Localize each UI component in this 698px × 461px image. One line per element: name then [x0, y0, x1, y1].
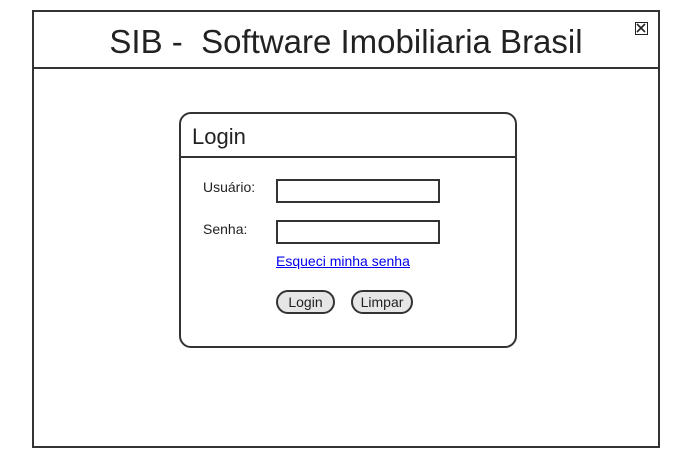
- title-bar: SIB - Software Imobiliaria Brasil: [34, 12, 658, 69]
- login-panel-title: Login: [192, 124, 246, 149]
- login-button[interactable]: Login: [276, 290, 335, 314]
- forgot-password-link[interactable]: Esqueci minha senha: [276, 252, 410, 270]
- clear-button[interactable]: Limpar: [351, 290, 413, 314]
- password-input[interactable]: [276, 220, 440, 244]
- close-icon[interactable]: [635, 22, 648, 35]
- app-title: SIB - Software Imobiliaria Brasil: [109, 23, 583, 60]
- username-label: Usuário:: [203, 179, 256, 195]
- app-window: SIB - Software Imobiliaria Brasil Login …: [32, 10, 660, 448]
- close-x-glyph: [636, 23, 646, 33]
- login-panel: Login Usuário: Senha: Esqueci minha senh…: [179, 112, 517, 348]
- username-input[interactable]: [276, 179, 440, 203]
- password-label: Senha:: [203, 221, 248, 237]
- login-panel-header: Login: [181, 114, 515, 158]
